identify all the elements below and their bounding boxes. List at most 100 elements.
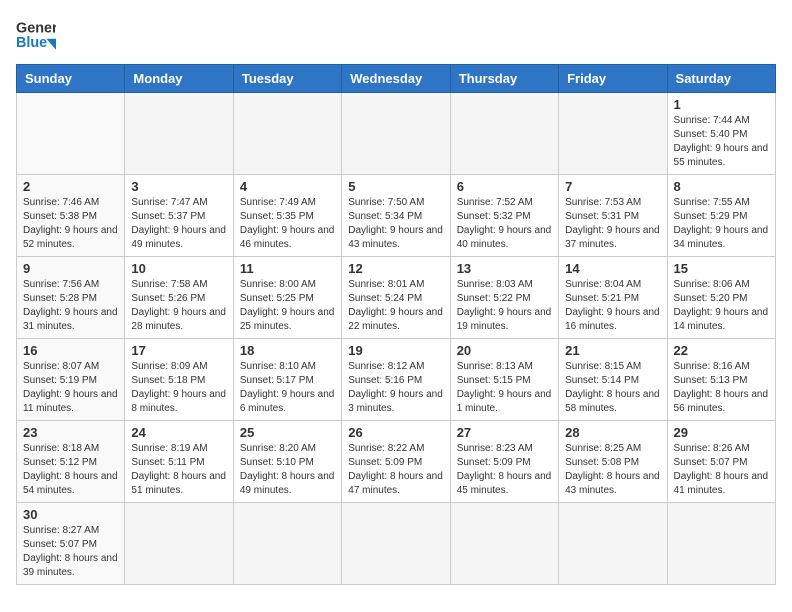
day-info: Sunrise: 8:15 AM Sunset: 5:14 PM Dayligh…: [565, 360, 660, 416]
day-number: 13: [457, 261, 552, 276]
day-number: 29: [674, 425, 769, 440]
day-info: Sunrise: 8:00 AM Sunset: 5:25 PM Dayligh…: [240, 278, 335, 334]
day-number: 6: [457, 179, 552, 194]
week-row-5: 23Sunrise: 8:18 AM Sunset: 5:12 PM Dayli…: [17, 421, 776, 503]
calendar-cell: [233, 503, 341, 585]
calendar-cell: 1Sunrise: 7:44 AM Sunset: 5:40 PM Daylig…: [667, 93, 775, 175]
day-number: 2: [23, 179, 118, 194]
calendar-cell: 17Sunrise: 8:09 AM Sunset: 5:18 PM Dayli…: [125, 339, 233, 421]
day-info: Sunrise: 7:50 AM Sunset: 5:34 PM Dayligh…: [348, 196, 443, 252]
calendar-cell: 15 Sunrise: 8:06 AM Sunset: 5:20 PM Dayli…: [667, 257, 775, 339]
calendar-cell: [342, 93, 450, 175]
day-info: Sunrise: 7:46 AM Sunset: 5:38 PM Dayligh…: [23, 196, 118, 252]
calendar-cell: 7 Sunrise: 7:53 AM Sunset: 5:31 PM Daylig…: [559, 175, 667, 257]
calendar-cell: 5 Sunrise: 7:50 AM Sunset: 5:34 PM Daylig…: [342, 175, 450, 257]
day-number: 25: [240, 425, 335, 440]
day-info: Sunrise: 7:44 AM Sunset: 5:40 PM Dayligh…: [674, 114, 769, 170]
week-row-2: 2 Sunrise: 7:46 AM Sunset: 5:38 PM Daylig…: [17, 175, 776, 257]
svg-text:General: General: [16, 20, 56, 36]
day-info: Sunrise: 8:10 AM Sunset: 5:17 PM Dayligh…: [240, 360, 335, 416]
calendar-cell: 13 Sunrise: 8:03 AM Sunset: 5:22 PM Dayli…: [450, 257, 558, 339]
day-number: 27: [457, 425, 552, 440]
day-number: 18: [240, 343, 335, 358]
week-row-6: 30 Sunrise: 8:27 AM Sunset: 5:07 PM Dayli…: [17, 503, 776, 585]
day-info: Sunrise: 8:23 AM Sunset: 5:09 PM Dayligh…: [457, 442, 552, 498]
day-info: Sunrise: 8:19 AM Sunset: 5:11 PM Dayligh…: [131, 442, 226, 498]
day-number: 11: [240, 261, 335, 276]
day-number: 16: [23, 343, 118, 358]
calendar-cell: [342, 503, 450, 585]
day-number: 5: [348, 179, 443, 194]
calendar-cell: 4 Sunrise: 7:49 AM Sunset: 5:35 PM Daylig…: [233, 175, 341, 257]
day-info: Sunrise: 8:03 AM Sunset: 5:22 PM Dayligh…: [457, 278, 552, 334]
day-info: Sunrise: 8:16 AM Sunset: 5:13 PM Dayligh…: [674, 360, 769, 416]
calendar-cell: [559, 503, 667, 585]
calendar-cell: 12 Sunrise: 8:01 AM Sunset: 5:24 PM Dayli…: [342, 257, 450, 339]
day-info: Sunrise: 8:20 AM Sunset: 5:10 PM Dayligh…: [240, 442, 335, 498]
week-row-4: 16 Sunrise: 8:07 AM Sunset: 5:19 PM Dayli…: [17, 339, 776, 421]
calendar-cell: [450, 503, 558, 585]
calendar-cell: 28Sunrise: 8:25 AM Sunset: 5:08 PM Dayli…: [559, 421, 667, 503]
day-info: Sunrise: 8:09 AM Sunset: 5:18 PM Dayligh…: [131, 360, 226, 416]
calendar-cell: [125, 503, 233, 585]
calendar-cell: 22 Sunrise: 8:16 AM Sunset: 5:13 PM Dayli…: [667, 339, 775, 421]
calendar-cell: 24 Sunrise: 8:19 AM Sunset: 5:11 PM Dayli…: [125, 421, 233, 503]
generalblue-logo-icon: General Blue: [16, 16, 56, 52]
weekday-header-saturday: Saturday: [667, 65, 775, 93]
calendar-cell: 26Sunrise: 8:22 AM Sunset: 5:09 PM Dayli…: [342, 421, 450, 503]
day-number: 4: [240, 179, 335, 194]
day-number: 22: [674, 343, 769, 358]
calendar-cell: 3Sunrise: 7:47 AM Sunset: 5:37 PM Daylig…: [125, 175, 233, 257]
day-info: Sunrise: 8:27 AM Sunset: 5:07 PM Dayligh…: [23, 524, 118, 580]
weekday-header-thursday: Thursday: [450, 65, 558, 93]
calendar-cell: [233, 93, 341, 175]
calendar-cell: 29 Sunrise: 8:26 AM Sunset: 5:07 PM Dayli…: [667, 421, 775, 503]
calendar-cell: 10 Sunrise: 7:58 AM Sunset: 5:26 PM Dayli…: [125, 257, 233, 339]
day-number: 19: [348, 343, 443, 358]
week-row-1: 1Sunrise: 7:44 AM Sunset: 5:40 PM Daylig…: [17, 93, 776, 175]
calendar-cell: 11 Sunrise: 8:00 AM Sunset: 5:25 PM Dayli…: [233, 257, 341, 339]
day-info: Sunrise: 8:06 AM Sunset: 5:20 PM Dayligh…: [674, 278, 769, 334]
calendar-cell: 21 Sunrise: 8:15 AM Sunset: 5:14 PM Dayli…: [559, 339, 667, 421]
weekday-header-friday: Friday: [559, 65, 667, 93]
logo: General Blue: [16, 16, 56, 52]
weekday-header-tuesday: Tuesday: [233, 65, 341, 93]
week-row-3: 9Sunrise: 7:56 AM Sunset: 5:28 PM Daylig…: [17, 257, 776, 339]
day-info: Sunrise: 8:07 AM Sunset: 5:19 PM Dayligh…: [23, 360, 118, 416]
day-info: Sunrise: 7:47 AM Sunset: 5:37 PM Dayligh…: [131, 196, 226, 252]
day-info: Sunrise: 7:53 AM Sunset: 5:31 PM Dayligh…: [565, 196, 660, 252]
calendar-cell: 9Sunrise: 7:56 AM Sunset: 5:28 PM Daylig…: [17, 257, 125, 339]
day-number: 21: [565, 343, 660, 358]
calendar-cell: [559, 93, 667, 175]
day-info: Sunrise: 8:01 AM Sunset: 5:24 PM Dayligh…: [348, 278, 443, 334]
calendar-table: SundayMondayTuesdayWednesdayThursdayFrid…: [16, 64, 776, 585]
day-number: 23: [23, 425, 118, 440]
day-info: Sunrise: 8:04 AM Sunset: 5:21 PM Dayligh…: [565, 278, 660, 334]
day-number: 15: [674, 261, 769, 276]
day-info: Sunrise: 7:58 AM Sunset: 5:26 PM Dayligh…: [131, 278, 226, 334]
weekday-header-sunday: Sunday: [17, 65, 125, 93]
weekday-header-monday: Monday: [125, 65, 233, 93]
calendar-cell: 25 Sunrise: 8:20 AM Sunset: 5:10 PM Dayli…: [233, 421, 341, 503]
page-header: General Blue: [16, 16, 776, 52]
calendar-cell: 18 Sunrise: 8:10 AM Sunset: 5:17 PM Dayli…: [233, 339, 341, 421]
day-number: 7: [565, 179, 660, 194]
day-info: Sunrise: 7:52 AM Sunset: 5:32 PM Dayligh…: [457, 196, 552, 252]
day-info: Sunrise: 7:49 AM Sunset: 5:35 PM Dayligh…: [240, 196, 335, 252]
calendar-cell: 20 Sunrise: 8:13 AM Sunset: 5:15 PM Dayli…: [450, 339, 558, 421]
calendar-cell: [125, 93, 233, 175]
day-info: Sunrise: 7:56 AM Sunset: 5:28 PM Dayligh…: [23, 278, 118, 334]
day-info: Sunrise: 7:55 AM Sunset: 5:29 PM Dayligh…: [674, 196, 769, 252]
day-number: 20: [457, 343, 552, 358]
svg-text:Blue: Blue: [16, 35, 47, 51]
calendar-cell: 27 Sunrise: 8:23 AM Sunset: 5:09 PM Dayli…: [450, 421, 558, 503]
calendar-cell: 8Sunrise: 7:55 AM Sunset: 5:29 PM Daylig…: [667, 175, 775, 257]
day-info: Sunrise: 8:13 AM Sunset: 5:15 PM Dayligh…: [457, 360, 552, 416]
day-info: Sunrise: 8:26 AM Sunset: 5:07 PM Dayligh…: [674, 442, 769, 498]
day-number: 30: [23, 507, 118, 522]
calendar-cell: 2 Sunrise: 7:46 AM Sunset: 5:38 PM Daylig…: [17, 175, 125, 257]
day-number: 12: [348, 261, 443, 276]
day-number: 24: [131, 425, 226, 440]
day-number: 10: [131, 261, 226, 276]
day-number: 14: [565, 261, 660, 276]
